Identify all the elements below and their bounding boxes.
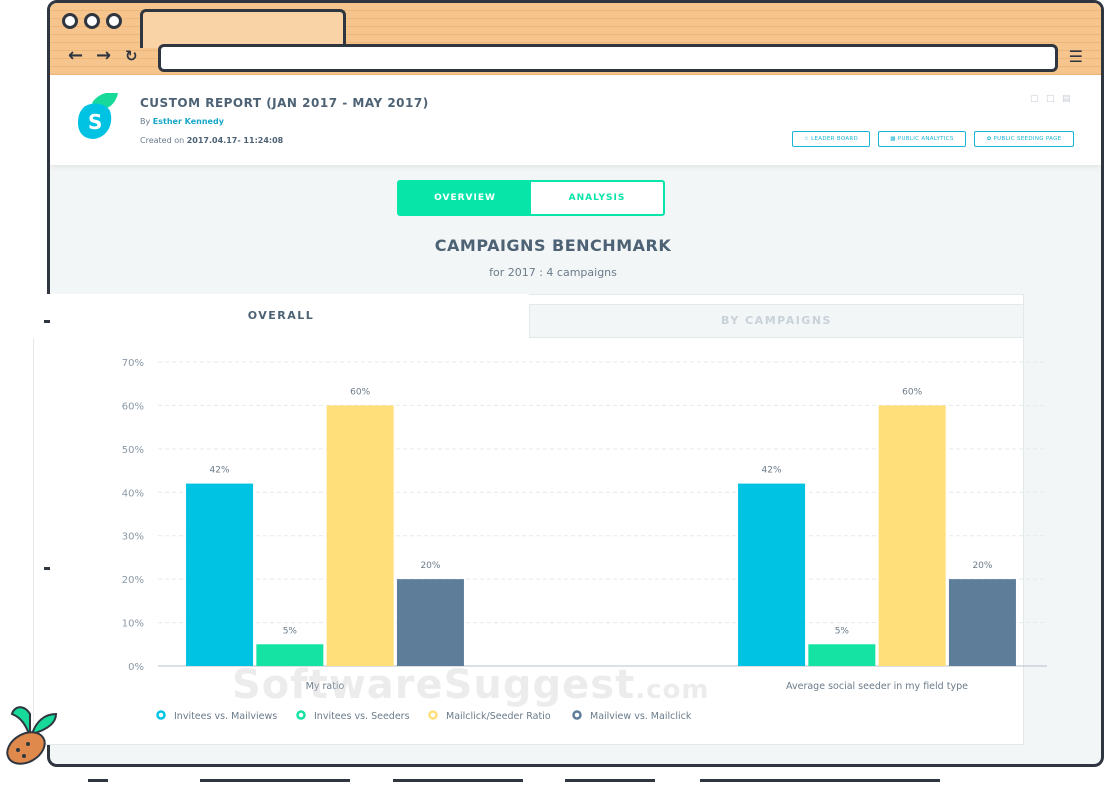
frame-decoration	[393, 779, 523, 782]
legend-marker	[428, 710, 438, 720]
y-tick-label: 20%	[122, 575, 144, 586]
bar	[948, 579, 1016, 666]
y-tick-label: 30%	[122, 532, 144, 543]
legend-label: Mailview vs. Mailclick	[590, 711, 692, 722]
data-label: 20%	[420, 561, 440, 571]
data-label: 42%	[210, 466, 230, 476]
data-label: 5%	[835, 626, 850, 636]
legend-marker	[572, 710, 582, 720]
legend-marker	[156, 710, 166, 720]
frame-decoration	[200, 779, 350, 782]
y-tick-label: 60%	[122, 401, 144, 412]
data-label: 60%	[350, 387, 370, 397]
y-tick-label: 10%	[122, 619, 144, 630]
frame-decoration	[700, 779, 940, 782]
legend-marker	[296, 710, 306, 720]
frame-decoration	[44, 567, 50, 570]
data-label: 60%	[902, 387, 922, 397]
data-label: 20%	[972, 561, 992, 571]
frame-decoration	[88, 779, 108, 782]
sprout-mascot-icon	[6, 706, 58, 765]
legend-label: Invitees vs. Mailviews	[174, 711, 277, 722]
bar	[396, 579, 464, 666]
watermark: SoftwareSuggest.com	[232, 662, 710, 708]
frame-decoration	[565, 779, 655, 782]
data-label: 42%	[762, 466, 782, 476]
bar	[738, 483, 806, 666]
bar	[326, 405, 394, 666]
frame-decoration	[44, 320, 50, 323]
bar	[808, 644, 876, 666]
legend-label: Invitees vs. Seeders	[314, 711, 410, 722]
y-tick-label: 50%	[122, 445, 144, 456]
bar	[186, 483, 254, 666]
data-label: 5%	[283, 626, 298, 636]
bar	[878, 405, 946, 666]
x-category-label: Average social seeder in my field type	[786, 681, 968, 692]
y-tick-label: 40%	[122, 488, 144, 499]
y-tick-label: 0%	[128, 662, 144, 673]
legend-label: Mailclick/Seeder Ratio	[446, 711, 551, 722]
y-tick-label: 70%	[122, 358, 144, 369]
